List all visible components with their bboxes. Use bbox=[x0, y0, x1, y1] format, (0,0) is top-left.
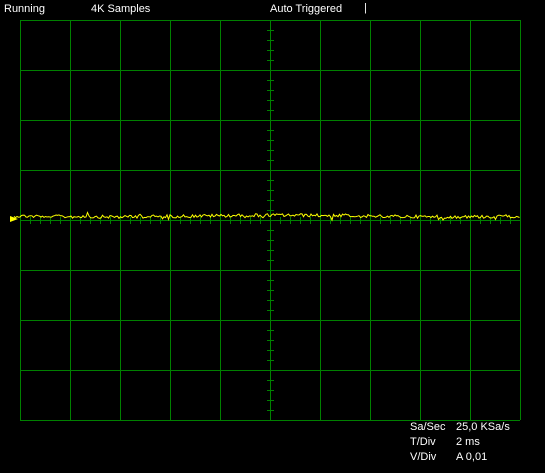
time-div-value: 2 ms bbox=[456, 436, 480, 448]
sample-rate-label: Sa/Sec bbox=[410, 421, 446, 433]
time-div-label: T/Div bbox=[410, 436, 436, 448]
trigger-marker: | bbox=[364, 2, 367, 14]
run-state-label: Running bbox=[4, 3, 45, 15]
scope-screen[interactable] bbox=[0, 0, 545, 473]
volt-div-label: V/Div bbox=[410, 451, 437, 463]
volt-div-value: A 0,01 bbox=[456, 451, 488, 463]
channel-a-trace bbox=[13, 211, 520, 222]
sample-count-label: 4K Samples bbox=[91, 3, 151, 15]
sample-rate-value: 25,0 KSa/s bbox=[456, 421, 510, 433]
trigger-mode-label: Auto Triggered bbox=[270, 3, 343, 15]
